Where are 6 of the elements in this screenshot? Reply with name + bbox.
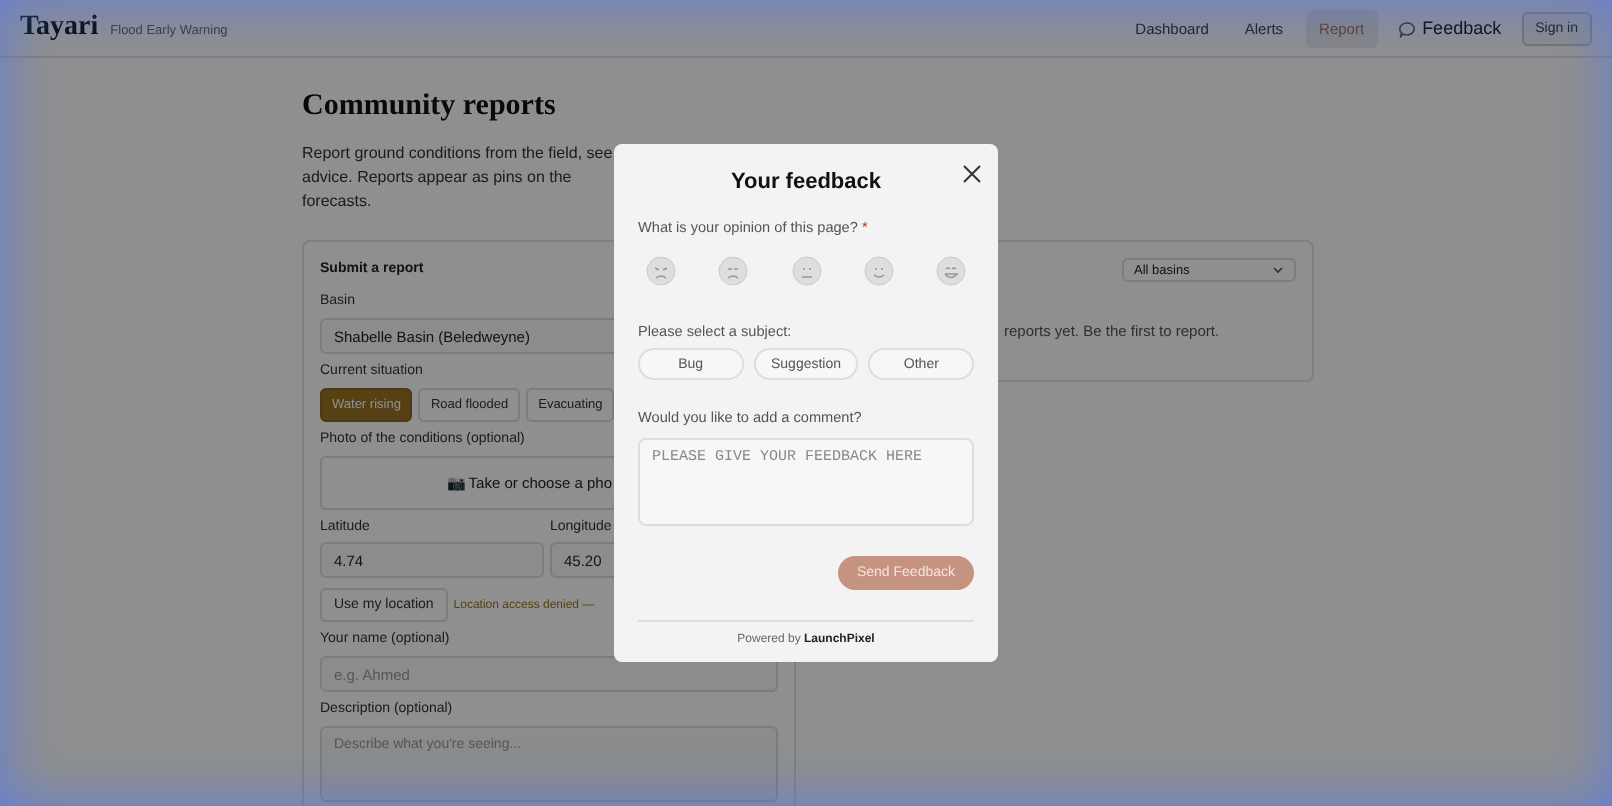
dialog-title: Your feedback — [729, 170, 883, 194]
brand-name: Tayari — [20, 12, 99, 44]
intro-text: Report ground conditions from the field, see — [302, 144, 613, 164]
page-title: Community reports — [302, 90, 558, 124]
intro-text: advice. Reports appear as pins on the — [302, 168, 572, 188]
intro-text: forecasts. — [302, 192, 372, 212]
